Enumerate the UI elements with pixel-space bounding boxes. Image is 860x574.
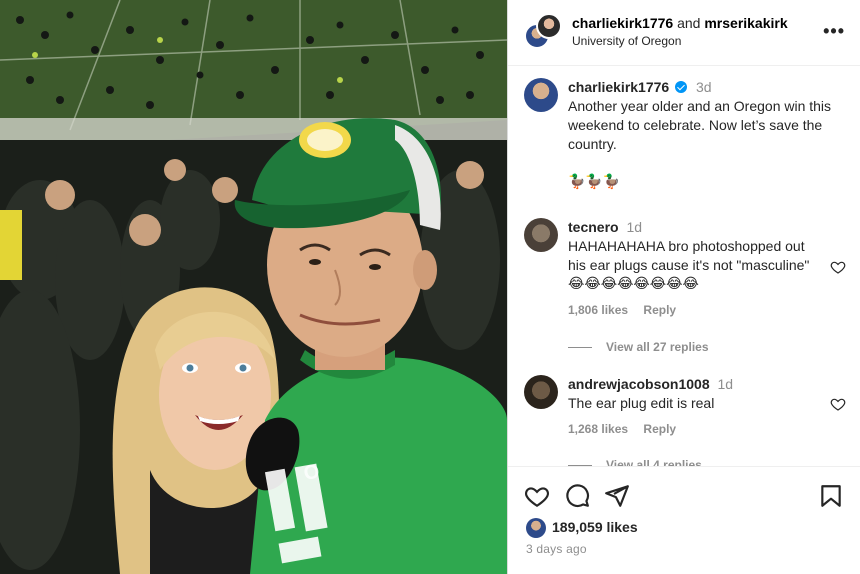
collab-avatars[interactable] [524,13,562,51]
post-photo[interactable]: O [0,0,507,574]
author-joiner: and [677,15,701,31]
comment-likes[interactable]: 1,268 likes [568,422,628,436]
comment-username[interactable]: tecnero [568,219,619,235]
post-header: charliekirk1776 and mrserikakirk Univers… [508,0,860,66]
comment-icon[interactable] [564,483,590,509]
comment-likes[interactable]: 1,806 likes [568,303,628,317]
avatar[interactable] [524,78,558,112]
reply-button[interactable]: Reply [643,422,676,436]
caption-time[interactable]: 3d [696,79,712,95]
comment: tecnero 1d HAHAHAHAHA bro photoshopped o… [524,218,846,338]
post-date[interactable]: 3 days ago [526,542,587,556]
comment-text: The ear plug edit is real [568,395,715,411]
author-primary-link[interactable]: charliekirk1776 [572,15,673,31]
comment-emoji: 😂😂😂😂😂😂😂😂 [568,276,699,292]
avatar[interactable] [524,375,558,409]
heart-icon[interactable] [524,483,550,509]
post-actions: 189,059 likes 3 days ago [508,466,860,574]
ellipsis-icon[interactable]: ••• [823,22,845,40]
comment-text: HAHAHAHAHA bro photoshopped out his ear … [568,238,810,273]
view-replies-button[interactable]: View all 27 replies [568,340,709,354]
caption-text: Another year older and an Oregon win thi… [568,98,832,152]
avatar[interactable] [536,13,562,39]
share-icon[interactable] [604,483,630,509]
heart-icon[interactable] [830,396,846,412]
post-authors: charliekirk1776 and mrserikakirk [572,14,788,32]
instagram-post-view: O charliekirk1776 and mrserikakirk Unive… [0,0,860,574]
post-likes-count[interactable]: 189,059 likes [552,519,638,535]
comment-time[interactable]: 1d [626,219,642,235]
verified-badge-icon [675,81,688,93]
view-replies-button[interactable]: View all 4 replies [568,458,702,466]
comment-username[interactable]: andrewjacobson1008 [568,376,710,392]
post-side-panel: charliekirk1776 and mrserikakirk Univers… [507,0,860,574]
avatar[interactable] [524,218,558,252]
bookmark-icon[interactable] [818,483,844,509]
author-secondary-link[interactable]: mrserikakirk [704,15,787,31]
location-link[interactable]: University of Oregon [572,34,681,48]
caption-emoji: 🦆🦆🦆 [568,174,621,190]
heart-icon[interactable] [830,259,846,275]
reply-button[interactable]: Reply [643,303,676,317]
comment-time[interactable]: 1d [718,376,734,392]
avatar[interactable] [526,518,546,538]
caption-username[interactable]: charliekirk1776 [568,79,669,95]
caption: charliekirk1776 3d Another year older an… [524,78,846,198]
comments-scroll-area[interactable]: charliekirk1776 3d Another year older an… [508,67,860,466]
comment: andrewjacobson1008 1d The ear plug edit … [524,375,846,455]
photo-illustration: O [0,0,507,574]
